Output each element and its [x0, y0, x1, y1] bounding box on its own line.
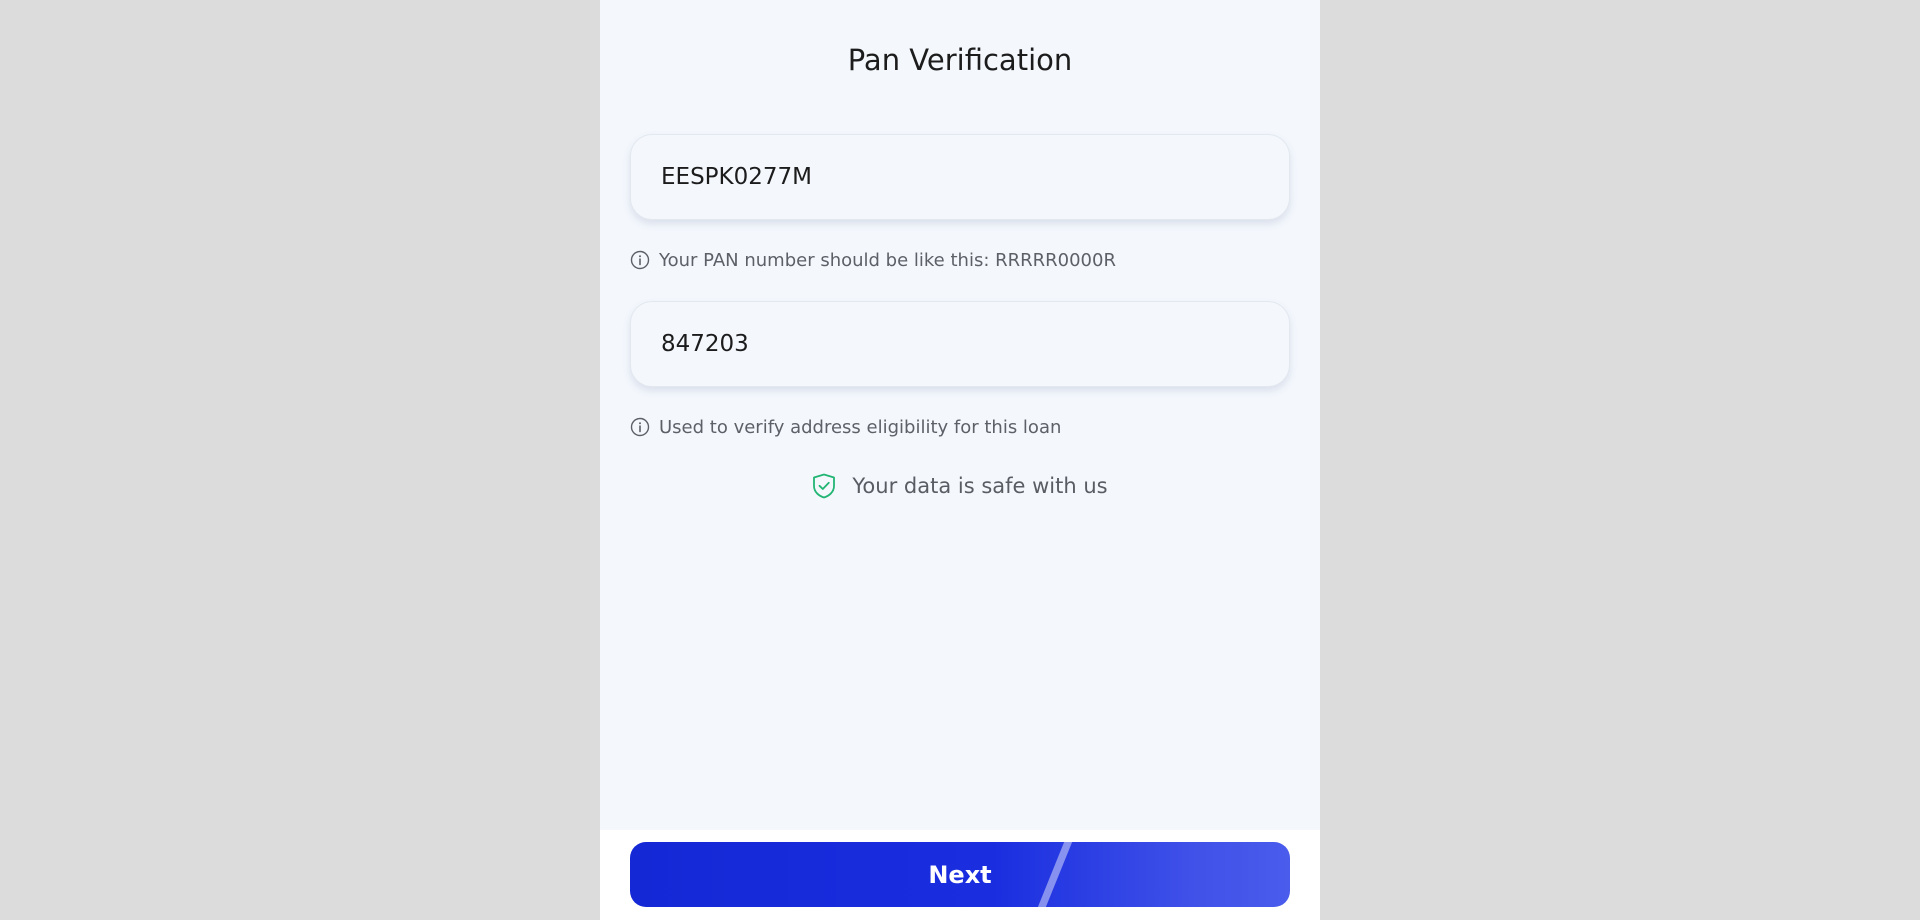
next-button-label: Next	[928, 860, 992, 889]
pincode-hint-text: Used to verify address eligibility for t…	[659, 416, 1062, 438]
page-title: Pan Verification	[847, 43, 1073, 77]
pan-input[interactable]	[631, 135, 1289, 219]
next-button[interactable]: Next	[630, 842, 1290, 907]
footer-bar: Next	[600, 830, 1320, 920]
info-icon	[630, 250, 650, 270]
info-icon	[630, 417, 650, 437]
pincode-hint: Used to verify address eligibility for t…	[630, 414, 1290, 440]
pincode-input[interactable]	[631, 302, 1289, 386]
shield-check-icon	[812, 473, 836, 499]
pan-hint-text: Your PAN number should be like this: RRR…	[659, 249, 1116, 271]
button-shine	[1031, 842, 1077, 907]
pan-field[interactable]	[630, 134, 1290, 220]
pincode-field[interactable]	[630, 301, 1290, 387]
data-safety-text: Your data is safe with us	[852, 474, 1108, 498]
app-container: Pan Verification Your PAN number should …	[600, 0, 1320, 920]
pan-hint: Your PAN number should be like this: RRR…	[630, 247, 1290, 273]
data-safety-note: Your data is safe with us	[600, 471, 1320, 501]
